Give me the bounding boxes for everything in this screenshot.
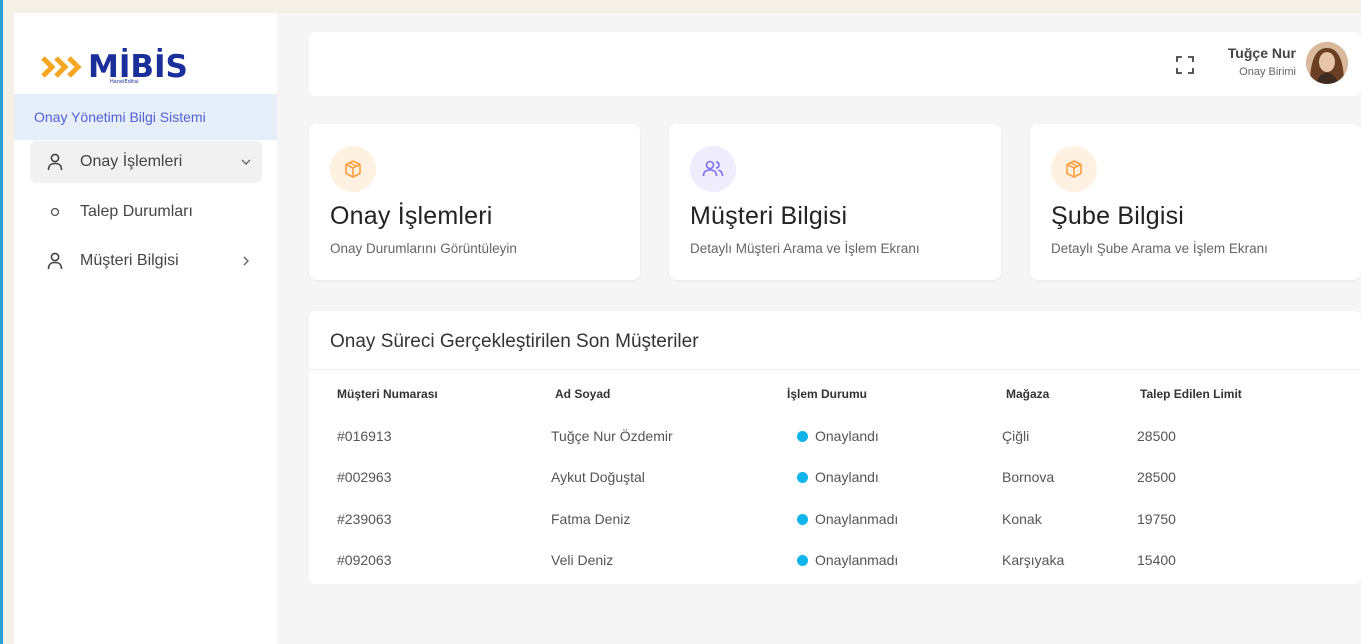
sidebar-item-label: Müşteri Bilgisi (80, 252, 179, 269)
avatar[interactable] (1306, 42, 1348, 84)
requested-limit: 15400 (1137, 552, 1176, 568)
user-icon (46, 252, 64, 270)
column-header-talep-edilen-limit[interactable]: Talep Edilen Limit (1140, 387, 1242, 401)
window-top-strip (14, 0, 1361, 13)
table-row[interactable]: #092063 Veli Deniz Onaylanmadı Karşıyaka… (309, 540, 1361, 580)
card-subtitle: Detaylı Şube Arama ve İşlem Ekranı (1051, 241, 1268, 256)
circle-icon (46, 203, 64, 221)
card-onay-islemleri[interactable]: Onay İşlemleri Onay Durumlarını Görüntül… (309, 124, 640, 280)
status-dot-icon (797, 514, 808, 525)
customer-number: #092063 (337, 552, 392, 568)
logo-subtext: HanelEdital (110, 79, 139, 85)
store-name: Konak (1002, 511, 1042, 527)
top-header: Tuğçe Nur Onay Birimi (309, 32, 1361, 96)
requested-limit: 19750 (1137, 511, 1176, 527)
status-dot-icon (797, 431, 808, 442)
users-icon (690, 146, 736, 192)
user-name[interactable]: Tuğçe Nur (1228, 45, 1296, 61)
customer-number: #239063 (337, 511, 392, 527)
chevron-down-icon (240, 156, 252, 168)
table-row[interactable]: #239063 Fatma Deniz Onaylanmadı Konak 19… (309, 499, 1361, 539)
panel-title: Onay Süreci Gerçekleştirilen Son Müşteri… (330, 331, 699, 352)
status-cell: Onaylandı (797, 428, 879, 444)
main-content: Tuğçe Nur Onay Birimi Onay İşlemleri Ona… (277, 13, 1361, 644)
store-name: Karşıyaka (1002, 552, 1065, 568)
box-icon (1051, 146, 1097, 192)
app-title[interactable]: Onay Yönetimi Bilgi Sistemi (14, 94, 277, 140)
customer-name: Veli Deniz (551, 552, 614, 568)
card-title: Şube Bilgisi (1051, 202, 1185, 230)
box-icon (330, 146, 376, 192)
triple-chevron-logo-icon (40, 53, 86, 81)
status-cell: Onaylanmadı (797, 552, 898, 568)
sidebar-item-musteri-bilgisi[interactable]: Müşteri Bilgisi (30, 240, 262, 282)
status-text: Onaylanmadı (815, 552, 899, 568)
sidebar: MİBİS HanelEdital Onay Yönetimi Bilgi Si… (14, 13, 277, 644)
column-header-magaza[interactable]: Mağaza (1006, 387, 1049, 401)
card-musteri-bilgisi[interactable]: Müşteri Bilgisi Detaylı Müşteri Arama ve… (669, 124, 1001, 280)
chevron-right-icon (240, 255, 252, 267)
customer-name: Fatma Deniz (551, 511, 631, 527)
status-text: Onaylandı (815, 469, 879, 485)
card-title: Müşteri Bilgisi (690, 202, 848, 230)
status-dot-icon (797, 472, 808, 483)
column-header-islem-durumu[interactable]: İşlem Durumu (787, 387, 867, 401)
logo-text: MİBİS (88, 48, 188, 85)
status-dot-icon (797, 555, 808, 566)
store-name: Bornova (1002, 469, 1055, 485)
table-row[interactable]: #016913 Tuğçe Nur Özdemir Onaylandı Çiğl… (309, 416, 1361, 456)
card-subtitle: Onay Durumlarını Görüntüleyin (330, 241, 517, 256)
card-subtitle: Detaylı Müşteri Arama ve İşlem Ekranı (690, 241, 920, 256)
window-left-edge (0, 0, 14, 644)
card-sube-bilgisi[interactable]: Şube Bilgisi Detaylı Şube Arama ve İşlem… (1030, 124, 1361, 280)
sidebar-item-talep-durumlari[interactable]: Talep Durumları (30, 191, 262, 233)
user-role: Onay Birimi (1239, 66, 1296, 78)
requested-limit: 28500 (1137, 428, 1176, 444)
customer-number: #002963 (337, 469, 392, 485)
sidebar-item-label: Talep Durumları (80, 203, 193, 220)
fullscreen-icon[interactable] (1175, 55, 1195, 75)
card-title: Onay İşlemleri (330, 202, 493, 230)
customer-name: Tuğçe Nur Özdemir (551, 428, 673, 444)
user-icon (46, 153, 64, 171)
divider (309, 369, 1361, 370)
requested-limit: 28500 (1137, 469, 1176, 485)
store-name: Çiğli (1002, 428, 1030, 444)
status-cell: Onaylanmadı (797, 511, 898, 527)
sidebar-item-label: Onay İşlemleri (80, 153, 183, 170)
column-header-musteri-numarasi[interactable]: Müşteri Numarası (337, 387, 438, 401)
recent-customers-panel: Onay Süreci Gerçekleştirilen Son Müşteri… (309, 311, 1361, 584)
table-row[interactable]: #002963 Aykut Doğuştal Onaylandı Bornova… (309, 457, 1361, 497)
status-text: Onaylanmadı (815, 511, 899, 527)
customer-name: Aykut Doğuştal (551, 469, 645, 485)
status-text: Onaylandı (815, 428, 879, 444)
column-header-ad-soyad[interactable]: Ad Soyad (555, 387, 610, 401)
sidebar-item-onay-islemleri[interactable]: Onay İşlemleri (30, 141, 262, 183)
customer-number: #016913 (337, 428, 392, 444)
status-cell: Onaylandı (797, 469, 879, 485)
